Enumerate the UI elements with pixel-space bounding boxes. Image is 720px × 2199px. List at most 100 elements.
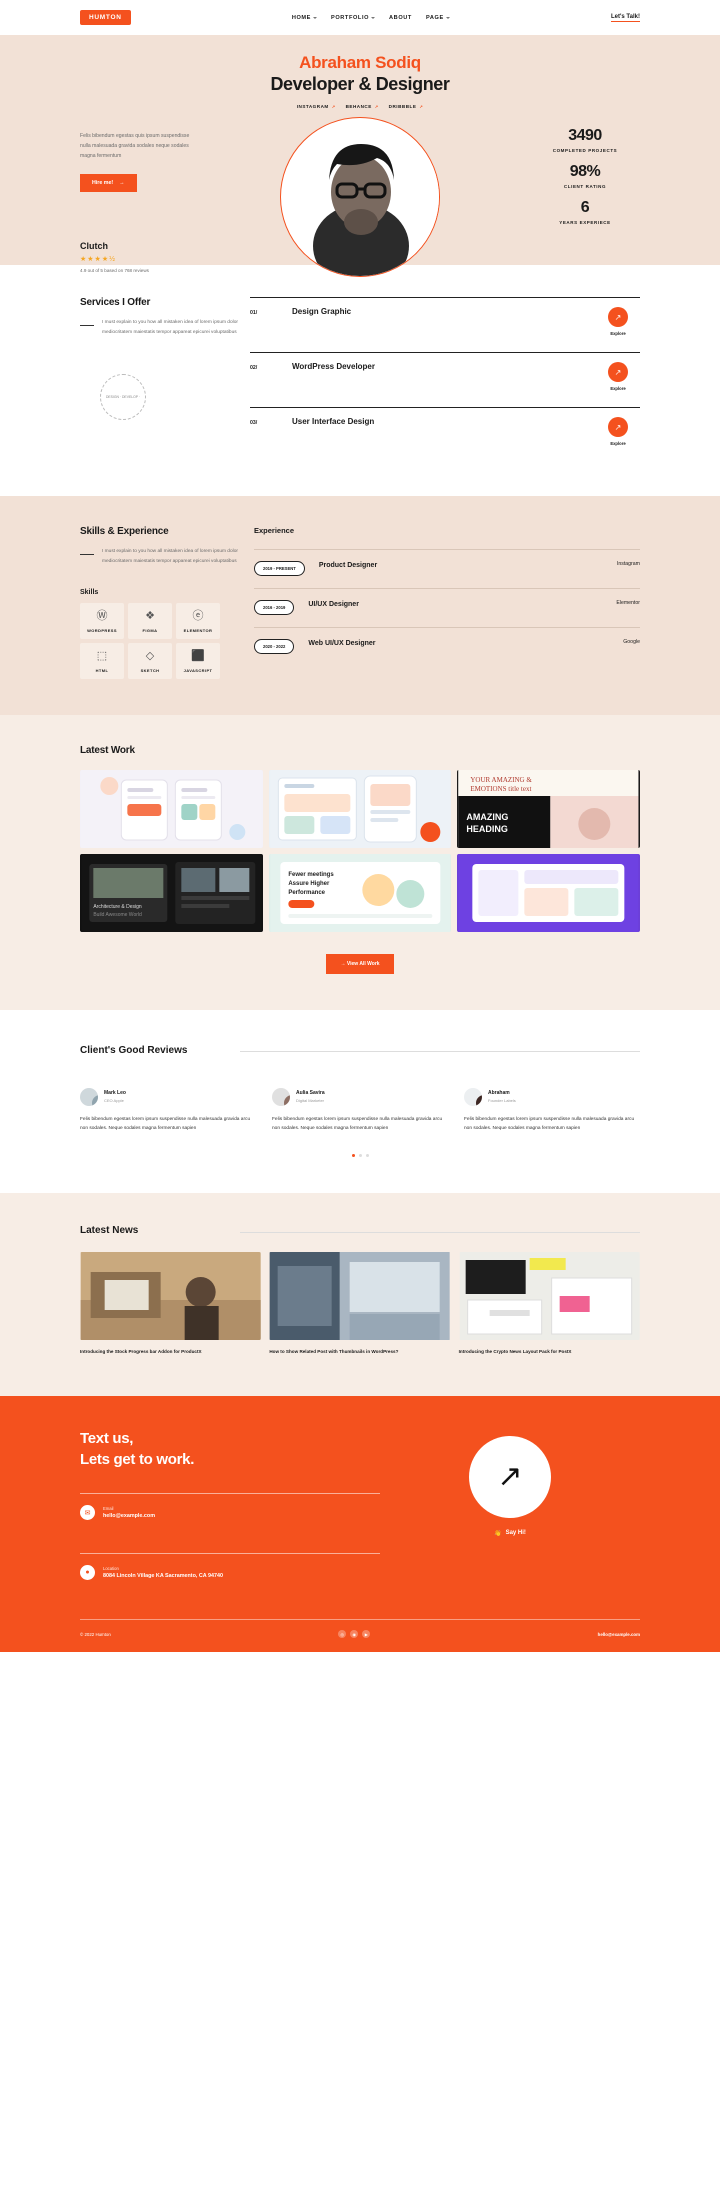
hero-description: Felis bibendum egestas quis ipsum suspen…	[80, 133, 190, 160]
carousel-dot-3[interactable]	[365, 1153, 369, 1157]
services-intro: Services I Offer I must explain to you h…	[80, 297, 240, 462]
review-text: Felis bibendum egestas lorem ipsum suspe…	[80, 1116, 251, 1132]
service-explore[interactable]: ↗ Explore	[596, 307, 640, 336]
news-grid: Introducing the Stock Progress bar Addon…	[80, 1251, 640, 1356]
cta-inner: Text us, Lets get to work. ✉ Email hello…	[80, 1428, 640, 1653]
news-card[interactable]: Introducing the Stock Progress bar Addon…	[80, 1251, 261, 1356]
skill-card-javascript[interactable]: ⬛ JAVASCRIPT	[176, 643, 220, 680]
svg-text:YOUR AMAZING &: YOUR AMAZING &	[471, 776, 533, 784]
social-link-instagram[interactable]: INSTAGRAM ↗	[297, 104, 336, 109]
arrow-up-right-icon[interactable]: ↗	[608, 417, 628, 437]
say-hi-circle-button[interactable]: ↗	[469, 1435, 551, 1518]
experience-row: 2019 - PRESENT Product Designer Instagra…	[254, 549, 640, 588]
review-text: Felis bibendum egestas lorem ipsum suspe…	[272, 1116, 443, 1132]
work-heading: Latest Work	[80, 745, 135, 757]
nav-label: HOME	[291, 14, 312, 21]
service-number: 01/	[250, 310, 258, 316]
footer-bar: © 2022 Humton ◎ ◉ ▶ hello@example.com	[80, 1619, 640, 1652]
map-pin-icon: ●	[80, 1565, 95, 1581]
service-explore[interactable]: ↗ Explore	[596, 362, 640, 391]
service-item[interactable]: 02/ WordPress Developer ↗ Explore	[250, 352, 640, 407]
news-card[interactable]: How to Show Related Post with Thumbnails…	[269, 1251, 450, 1356]
work-thumb-dashboard	[269, 770, 450, 849]
service-explore[interactable]: ↗ Explore	[596, 417, 640, 446]
contact-email[interactable]: ✉ Email hello@example.com	[80, 1494, 380, 1531]
hero-body: Felis bibendum egestas quis ipsum suspen…	[0, 117, 720, 277]
nav-item-home[interactable]: HOME	[291, 14, 318, 21]
social-label: INSTAGRAM	[296, 104, 329, 109]
social-link-behance[interactable]: BEHANCE ↗	[346, 104, 379, 109]
review-card: Abraham Founder Labels Felis bibendum eg…	[464, 1087, 640, 1134]
skills-subheading: Skills	[80, 589, 99, 597]
experience-company: Google	[623, 639, 640, 645]
chevron-down-icon	[371, 16, 376, 19]
work-card[interactable]	[80, 770, 263, 849]
javascript-icon: ⬛	[191, 650, 205, 663]
service-item[interactable]: 01/ Design Graphic ↗ Explore	[250, 297, 640, 352]
nav-item-portfolio[interactable]: PORTFOLIO	[331, 15, 376, 21]
skill-label: HTML	[95, 668, 109, 674]
nav-item-about[interactable]: ABOUT	[389, 15, 412, 21]
hero-left: Felis bibendum egestas quis ipsum suspen…	[80, 123, 190, 192]
main-nav: HOME PORTFOLIO ABOUT PAGE	[292, 15, 450, 21]
carousel-dot-2[interactable]	[358, 1153, 362, 1157]
skills-description: I must explain to you how all mistaken i…	[102, 549, 238, 565]
logo[interactable]: HUMTON	[80, 10, 131, 25]
arrow-up-right-icon[interactable]: ↗	[608, 307, 628, 327]
news-card[interactable]: Introducing the Crypto News Layout Pack …	[459, 1251, 640, 1356]
avatar	[272, 1087, 290, 1106]
hero-name: Abraham Sodiq	[299, 53, 421, 72]
instagram-icon[interactable]: ◎	[338, 1630, 347, 1639]
work-card[interactable]: YOUR AMAZING & EMOTIONS title text AMAZI…	[457, 770, 640, 849]
skill-card-elementor[interactable]: ⓔ ELEMENTOR	[176, 603, 220, 640]
svg-text:HEADING: HEADING	[467, 824, 509, 834]
work-card[interactable]	[457, 854, 640, 933]
skill-label: WORDPRESS	[87, 628, 117, 634]
work-card[interactable]	[268, 770, 452, 849]
service-item[interactable]: 03/ User Interface Design ↗ Explore	[250, 407, 640, 462]
arrow-up-right-icon[interactable]: ↗	[608, 362, 628, 382]
skill-card-wordpress[interactable]: Ⓦ WORDPRESS	[80, 603, 124, 640]
arrow-right-icon: →	[119, 179, 125, 186]
reviews-inner: Client's Good Reviews Mark Leo CEO Apple	[80, 1044, 640, 1157]
hero-socials: INSTAGRAM ↗ BEHANCE ↗ DRIBBBLE ↗	[0, 104, 720, 109]
cta-right: ↗ 👋 Say Hi!	[380, 1428, 640, 1537]
work-thumb-magazine: YOUR AMAZING & EMOTIONS title text AMAZI…	[458, 770, 639, 849]
dribbble-icon[interactable]: ◉	[350, 1630, 359, 1639]
carousel-dots[interactable]	[80, 1153, 640, 1157]
news-thumbnail	[269, 1251, 450, 1340]
experience-list: Experience 2019 - PRESENT Product Design…	[254, 526, 640, 679]
footer-email[interactable]: hello@example.com	[598, 1632, 640, 1637]
youtube-icon[interactable]: ▶	[362, 1630, 371, 1639]
skill-card-sketch[interactable]: ◇ SKETCH	[128, 643, 172, 680]
view-all-work-button[interactable]: → View All Work	[326, 954, 394, 975]
work-thumb-saas-dashboard	[458, 854, 639, 933]
divider-line	[240, 1051, 640, 1053]
svg-text:Assure Higher: Assure Higher	[288, 881, 330, 887]
hire-me-button[interactable]: Hire me! →	[80, 173, 137, 192]
social-link-dribbble[interactable]: DRIBBBLE ↗	[389, 104, 424, 109]
arrow-up-right-icon: ↗	[374, 104, 379, 109]
divider-dash	[80, 325, 94, 326]
review-card: Mark Leo CEO Apple Felis bibendum egesta…	[80, 1087, 256, 1134]
review-author: Mark Leo	[104, 1090, 126, 1097]
latest-work-section: Latest Work YOUR AMAZING & EMOTIONS titl…	[0, 715, 720, 1011]
svg-text:Performance: Performance	[288, 890, 325, 896]
portrait-illustration	[282, 119, 439, 276]
divider-dash	[80, 554, 94, 555]
clutch-rating: Clutch ★★★★½ 4.9 out of 5 based on 768 r…	[80, 241, 149, 273]
review-role: Digital Marketer	[296, 1098, 325, 1104]
clutch-title: Clutch	[80, 241, 108, 251]
lets-talk-link[interactable]: Let's Talk!	[611, 14, 640, 22]
work-card[interactable]: Fewer meetings Assure Higher Performance	[268, 854, 452, 933]
nav-item-page[interactable]: PAGE	[426, 15, 450, 21]
contact-location[interactable]: ● Location 8084 Lincoln Village KA Sacra…	[80, 1554, 380, 1591]
experience-company: Elementor	[616, 600, 640, 606]
skill-card-html[interactable]: ⬚ HTML	[80, 643, 124, 680]
social-label: DRIBBBLE	[388, 104, 417, 109]
carousel-dot-1[interactable]	[351, 1153, 355, 1157]
explore-label: Explore	[610, 331, 626, 336]
work-card[interactable]: Architecture & Design Build Awesome Worl…	[80, 854, 263, 933]
svg-text:EMOTIONS title text: EMOTIONS title text	[471, 785, 532, 793]
skill-card-figma[interactable]: ❖ FIGMA	[128, 603, 172, 640]
